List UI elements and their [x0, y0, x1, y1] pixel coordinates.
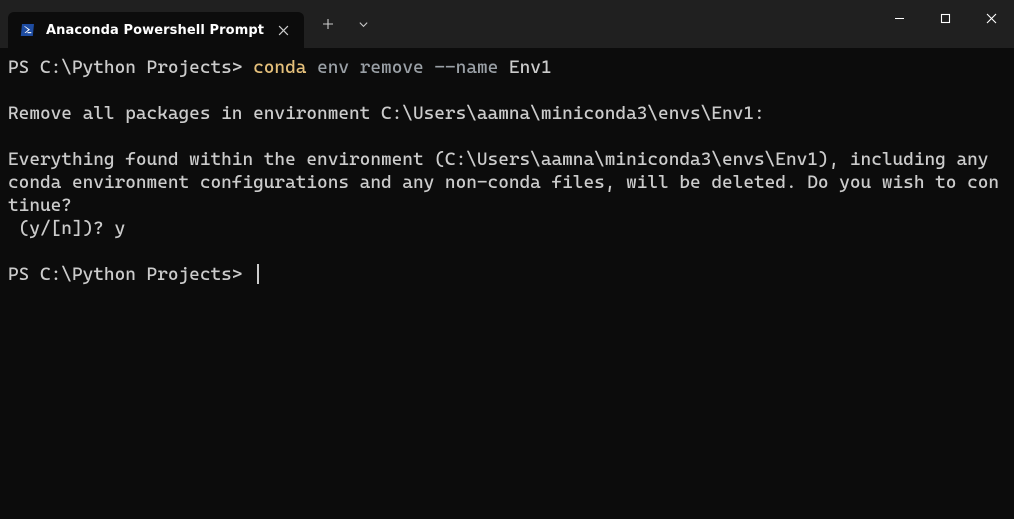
tab-actions: [308, 0, 378, 48]
tab-strip: Anaconda Powershell Prompt: [0, 0, 304, 48]
maximize-icon: [940, 13, 951, 24]
output-line-remove: Remove all packages in environment C:\Us…: [8, 103, 765, 124]
tab-dropdown-button[interactable]: [348, 6, 378, 42]
prompt-line-1: PS C:\Python Projects>: [8, 57, 253, 78]
new-tab-button[interactable]: [308, 6, 348, 42]
tab-active[interactable]: Anaconda Powershell Prompt: [8, 12, 304, 48]
terminal-output[interactable]: PS C:\Python Projects> conda env remove …: [0, 48, 1014, 294]
titlebar: Anaconda Powershell Prompt: [0, 0, 1014, 48]
minimize-icon: [894, 13, 905, 24]
plus-icon: [322, 18, 334, 30]
close-icon: [986, 13, 997, 24]
tab-title: Anaconda Powershell Prompt: [46, 23, 264, 38]
maximize-button[interactable]: [922, 0, 968, 36]
cmd-token-remove: remove: [360, 57, 424, 78]
output-line-warning: Everything found within the environment …: [8, 149, 999, 216]
output-line-confirm: (y/[n])? y: [8, 218, 125, 239]
cmd-token-conda: conda: [253, 57, 306, 78]
prompt-line-2: PS C:\Python Projects>: [8, 264, 253, 285]
powershell-icon: [20, 22, 36, 38]
cmd-token-arg: Env1: [509, 57, 552, 78]
minimize-button[interactable]: [876, 0, 922, 36]
close-window-button[interactable]: [968, 0, 1014, 36]
terminal-cursor: [257, 264, 259, 284]
window-controls: [876, 0, 1014, 48]
tab-close-button[interactable]: [274, 21, 292, 39]
cmd-token-flag: --name: [434, 57, 498, 78]
cmd-token-env: env: [317, 57, 349, 78]
chevron-down-icon: [358, 19, 369, 30]
titlebar-drag-region[interactable]: [378, 0, 876, 48]
close-icon: [278, 25, 289, 36]
